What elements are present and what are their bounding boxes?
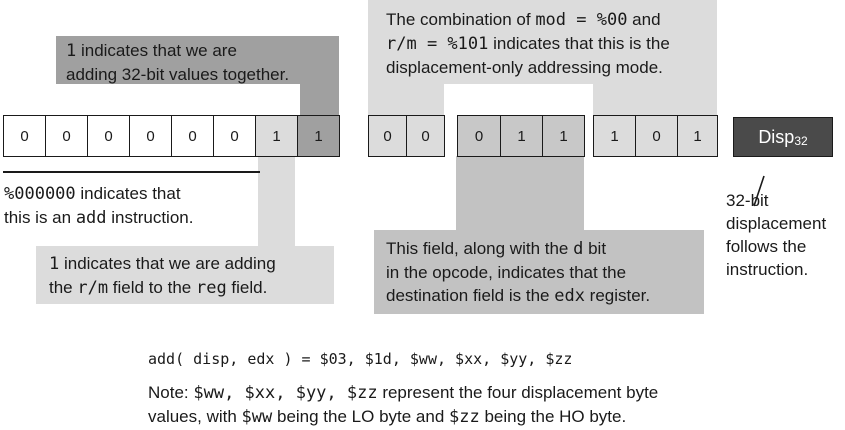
opcode-bit: 0 (3, 115, 46, 157)
note-text: instruction. (106, 208, 194, 227)
opcode-bit: 0 (213, 115, 256, 157)
callout-text: adding 32-bit values together. (66, 65, 290, 84)
connector-bottom-left (258, 156, 295, 246)
opcode-bit: 0 (129, 115, 172, 157)
code-reg: reg (195, 278, 227, 298)
opcode-bit-size: 1 (297, 115, 340, 157)
displacement-label: Disp (758, 126, 795, 147)
opcode-bit: 0 (45, 115, 88, 157)
connector-bottom-mid (456, 156, 584, 230)
note-text: being the LO byte and (272, 407, 450, 426)
note-text: 32-bit (726, 191, 769, 210)
code-one: 1 (49, 254, 60, 274)
opcode-bit: 0 (171, 115, 214, 157)
note-text: values, with (148, 407, 242, 426)
note-text: being the HO byte. (479, 407, 627, 426)
callout-text: and (627, 10, 661, 29)
callout-text: indicates that we are adding (59, 254, 276, 273)
displacement-note: 32-bit displacement follows the instruct… (726, 189, 826, 281)
rm-bit: 0 (635, 115, 678, 157)
callout-size-bit: 1 indicates that we are adding 32-bit va… (56, 36, 339, 84)
code-bytes: $ww, $xx, $yy, $zz (193, 383, 378, 403)
connector-top-right-rm (593, 84, 717, 116)
note-text: instruction. (726, 260, 809, 279)
rm-bit: 1 (677, 115, 718, 157)
callout-text: bit (583, 239, 607, 258)
callout-text: destination field is the (386, 286, 555, 305)
note-text: follows the (726, 237, 807, 256)
note-text: represent the four displacement byte (377, 383, 659, 402)
callout-text: This field, along with the (386, 239, 574, 258)
encoding-line: add( disp, edx ) = $03, $1d, $ww, $xx, $… (148, 350, 573, 368)
code-one: 1 (66, 41, 77, 61)
callout-text: The combination of (386, 10, 536, 29)
code-zz: $zz (449, 407, 480, 427)
callout-text: the (49, 278, 78, 297)
note-text: displacement (726, 214, 827, 233)
opcode-underline (3, 171, 260, 173)
code-opcode: %000000 (4, 184, 76, 204)
note-text: indicates that (75, 184, 181, 203)
callout-text: displacement-only addressing mode. (386, 58, 663, 77)
code-d: d (573, 239, 584, 259)
note-text: Note: (148, 383, 194, 402)
displacement-subscript: 32 (794, 134, 808, 148)
code-edx: edx (554, 286, 585, 306)
opcode-bit: 0 (87, 115, 130, 157)
callout-direction-bit: 1 indicates that we are adding the r/m f… (36, 246, 334, 304)
callout-text: register. (584, 286, 651, 305)
reg-bit: 1 (500, 115, 543, 157)
mod-bit: 0 (368, 115, 407, 157)
code-rm: r/m = %101 (386, 34, 489, 54)
displacement-box: Disp 32 (733, 117, 833, 157)
callout-text: field. (226, 278, 268, 297)
callout-addressing-mode: The combination of mod = %00 and r/m = %… (368, 0, 717, 84)
footnote: Note: $ww, $xx, $yy, $zz represent the f… (148, 381, 658, 429)
reg-bit: 0 (457, 115, 501, 157)
mod-bit: 0 (406, 115, 445, 157)
code-ww: $ww (241, 407, 273, 427)
opcode-bit-direction: 1 (255, 115, 298, 157)
code-mod: mod = %00 (535, 10, 628, 30)
rm-bit: 1 (593, 115, 636, 157)
connector-top-left (300, 84, 339, 116)
code-add: add (75, 208, 107, 228)
note-text: this is an (4, 208, 76, 227)
code-rm: r/m (77, 278, 109, 298)
callout-text: in the opcode, indicates that the (386, 263, 627, 282)
connector-top-right-mod (368, 84, 444, 116)
callout-reg-field: This field, along with the d bit in the … (374, 230, 704, 314)
callout-text: indicates that this is the (488, 34, 670, 53)
reg-bit: 1 (542, 115, 585, 157)
callout-text: indicates that we are (76, 41, 237, 60)
opcode-note: %000000 indicates that this is an add in… (4, 182, 193, 230)
callout-text: field to the (108, 278, 196, 297)
